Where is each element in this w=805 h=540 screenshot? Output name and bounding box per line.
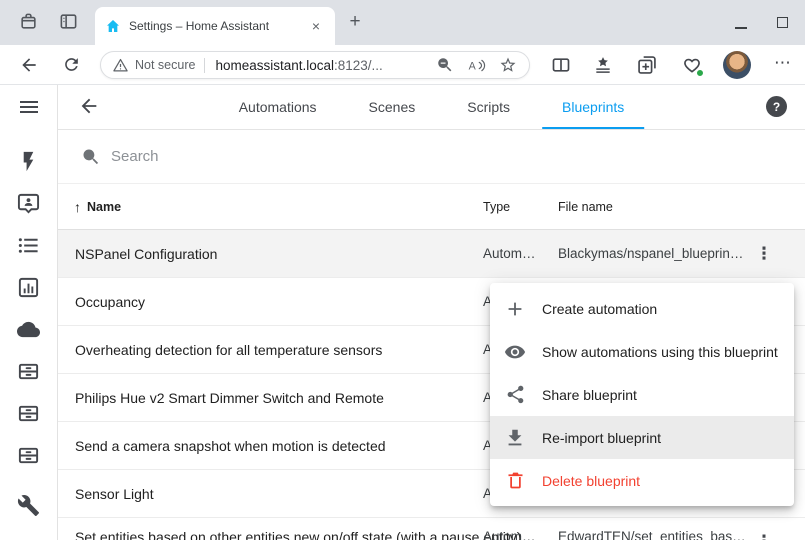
menu-item-label: Show automations using this blueprint — [542, 344, 778, 360]
status-badge — [696, 69, 704, 77]
tab-scenes[interactable]: Scenes — [343, 85, 442, 129]
dresser-icon-3[interactable] — [17, 444, 40, 467]
not-secure-warning-icon — [113, 58, 128, 73]
sort-ascending-icon: ↑ — [74, 199, 81, 215]
trash-icon — [504, 470, 526, 491]
table-row[interactable]: NSPanel Configuration Autom… Blackymas/n… — [58, 230, 805, 278]
search-icon — [81, 147, 101, 167]
row-overflow-menu-button[interactable]: ⋮ — [752, 530, 776, 540]
row-context-menu: Create automation Show automations using… — [490, 283, 794, 506]
svg-text:A: A — [469, 60, 477, 72]
column-header-name-label: Name — [87, 200, 121, 214]
url-host: homeassistant.local — [215, 58, 334, 73]
row-name: Sensor Light — [75, 470, 154, 517]
minimize-button[interactable] — [735, 27, 747, 29]
search-input[interactable] — [111, 148, 782, 165]
menu-item-label: Create automation — [542, 301, 657, 317]
menu-item-label: Share blueprint — [542, 387, 637, 403]
plus-icon — [504, 298, 526, 320]
url-path: :8123/... — [334, 58, 383, 73]
profile-avatar[interactable] — [723, 51, 751, 79]
collections-icon[interactable] — [637, 55, 657, 75]
ha-back-icon[interactable] — [78, 95, 100, 117]
dresser-icon-1[interactable] — [17, 360, 40, 383]
split-screen-icon[interactable] — [551, 55, 571, 75]
row-file: Blackymas/nspanel_blueprin… — [558, 230, 743, 277]
main-content: Automations Scenes Scripts Blueprints ? … — [58, 85, 805, 540]
browser-navbar: Not secure homeassistant.local:8123/... … — [0, 45, 805, 85]
row-name: Set entities based on other entities new… — [75, 518, 521, 540]
flash-icon[interactable] — [17, 150, 40, 173]
column-header-name[interactable]: ↑ Name — [74, 184, 121, 229]
row-name: Overheating detection for all temperatur… — [75, 326, 382, 373]
row-type: Autom… — [483, 230, 536, 277]
share-icon — [504, 384, 526, 405]
row-name: Occupancy — [75, 278, 145, 325]
row-name: Send a camera snapshot when motion is de… — [75, 422, 386, 469]
menu-item-create-automation[interactable]: Create automation — [490, 287, 794, 330]
tab-blueprints[interactable]: Blueprints — [536, 85, 650, 129]
browser-titlebar: Settings – Home Assistant × + — [0, 0, 805, 45]
help-button[interactable]: ? — [766, 96, 787, 117]
vertical-tabs-icon[interactable] — [59, 12, 78, 31]
menu-item-reimport-blueprint[interactable]: Re-import blueprint — [490, 416, 794, 459]
row-file: EdwardTEN/set_entities_bas… — [558, 518, 746, 540]
tab-close-button[interactable]: × — [307, 17, 325, 35]
tab-scripts[interactable]: Scripts — [441, 85, 536, 129]
add-favorite-star-icon[interactable] — [499, 56, 517, 74]
menu-item-show-automations[interactable]: Show automations using this blueprint — [490, 330, 794, 373]
dresser-icon-2[interactable] — [17, 402, 40, 425]
column-header-type[interactable]: Type — [483, 184, 510, 229]
refresh-icon[interactable] — [62, 55, 81, 74]
table-row[interactable]: Set entities based on other entities new… — [58, 518, 805, 540]
wrench-icon[interactable] — [17, 494, 40, 517]
address-divider — [204, 58, 205, 73]
cloud-icon[interactable] — [17, 318, 40, 341]
hamburger-menu-icon[interactable] — [17, 95, 41, 119]
browser-essentials-icon[interactable] — [682, 55, 702, 75]
maximize-button[interactable] — [777, 17, 788, 28]
zoom-out-icon[interactable] — [436, 56, 454, 74]
more-menu-icon[interactable]: ⋯ — [774, 53, 791, 73]
top-tabs: Automations Scenes Scripts Blueprints — [213, 85, 651, 129]
row-name: NSPanel Configuration — [75, 230, 217, 277]
app-toolbar: Automations Scenes Scripts Blueprints ? — [58, 85, 805, 130]
row-name: Philips Hue v2 Smart Dimmer Switch and R… — [75, 374, 384, 421]
workspaces-icon[interactable] — [19, 12, 38, 31]
read-aloud-icon[interactable]: A — [467, 56, 486, 75]
back-icon[interactable] — [19, 55, 39, 75]
row-overflow-menu-button[interactable]: ⋮ — [752, 242, 776, 266]
url-text[interactable]: homeassistant.local:8123/... — [215, 58, 423, 73]
row-type: Autom… — [483, 518, 536, 540]
menu-item-label: Re-import blueprint — [542, 430, 661, 446]
sidebar — [0, 85, 58, 540]
browser-tab[interactable]: Settings – Home Assistant × — [95, 7, 335, 45]
tab-automations[interactable]: Automations — [213, 85, 343, 129]
download-icon — [504, 427, 526, 449]
chart-box-icon[interactable] — [17, 276, 40, 299]
menu-item-delete-blueprint[interactable]: Delete blueprint — [490, 459, 794, 502]
home-assistant-app: Automations Scenes Scripts Blueprints ? … — [0, 85, 805, 540]
new-tab-button[interactable]: + — [344, 11, 366, 33]
security-label[interactable]: Not secure — [135, 58, 195, 72]
favorites-icon[interactable] — [593, 55, 613, 75]
table-header: ↑ Name Type File name — [58, 184, 805, 230]
column-header-file[interactable]: File name — [558, 184, 613, 229]
search-bar — [58, 130, 805, 184]
address-bar[interactable]: Not secure homeassistant.local:8123/... … — [100, 51, 530, 79]
menu-item-share-blueprint[interactable]: Share blueprint — [490, 373, 794, 416]
tab-title: Settings – Home Assistant — [129, 19, 299, 33]
eye-icon — [504, 341, 526, 363]
menu-item-label: Delete blueprint — [542, 473, 640, 489]
list-icon[interactable] — [17, 234, 40, 257]
home-assistant-logo — [105, 18, 121, 34]
assist-icon[interactable] — [17, 192, 40, 215]
